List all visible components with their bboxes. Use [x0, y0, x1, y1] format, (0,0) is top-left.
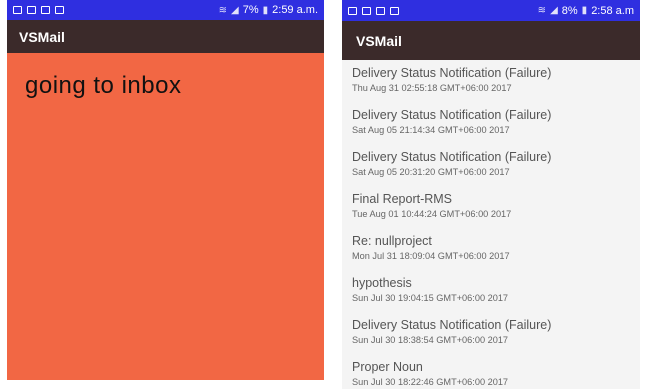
email-date: Sat Aug 05 21:14:34 GMT+06:00 2017	[352, 125, 510, 135]
email-subject: Re: nullproject	[352, 234, 432, 248]
email-list[interactable]: Delivery Status Notification (Failure) T…	[342, 60, 640, 389]
image-icon	[27, 6, 36, 14]
email-subject: Delivery Status Notification (Failure)	[352, 66, 552, 80]
email-date: Thu Aug 31 02:55:18 GMT+06:00 2017	[352, 83, 512, 93]
email-subject: Delivery Status Notification (Failure)	[352, 318, 552, 332]
notification-icons	[348, 6, 399, 15]
email-item[interactable]: Delivery Status Notification (Failure) S…	[352, 318, 640, 360]
app-bar: VSMail	[7, 20, 324, 53]
status-time: 2:59 a.m.	[272, 4, 318, 16]
email-subject: Final Report-RMS	[352, 192, 453, 206]
email-date: Sun Jul 30 19:04:15 GMT+06:00 2017	[352, 293, 509, 303]
status-indicators: ≋ ◢ 8% ▮ 2:58 a.m	[538, 5, 634, 17]
email-date: Sat Aug 05 20:31:20 GMT+06:00 2017	[352, 167, 510, 177]
message-icon	[41, 6, 50, 14]
image-icon	[362, 6, 371, 15]
loading-screen: ≋ ◢ 7% ▮ 2:59 a.m. VSMail going to inbox	[7, 0, 324, 380]
app-title: VSMail	[356, 32, 402, 49]
email-date: Tue Aug 01 10:44:24 GMT+06:00 2017	[352, 209, 512, 219]
battery-level: 7%	[242, 4, 259, 16]
email-item[interactable]: Proper Noun Sun Jul 30 18:22:46 GMT+06:0…	[352, 360, 640, 389]
status-indicators: ≋ ◢ 7% ▮ 2:59 a.m.	[219, 4, 318, 16]
app-bar: VSMail	[342, 21, 640, 60]
mail-icon	[390, 6, 399, 15]
battery-icon: ▮	[262, 4, 269, 16]
signal-icon: ◢	[550, 5, 558, 16]
wifi-icon: ≋	[218, 4, 228, 16]
email-item[interactable]: Re: nullproject Mon Jul 31 18:09:04 GMT+…	[352, 234, 640, 276]
email-subject: hypothesis	[352, 276, 412, 290]
email-date: Mon Jul 31 18:09:04 GMT+06:00 2017	[352, 251, 510, 261]
message-icon	[376, 6, 385, 15]
loading-message: going to inbox	[25, 72, 182, 99]
notification-icons	[13, 6, 64, 14]
status-bar: ≋ ◢ 8% ▮ 2:58 a.m	[342, 0, 640, 21]
wifi-icon: ≋	[537, 5, 547, 16]
email-item[interactable]: Delivery Status Notification (Failure) T…	[352, 66, 640, 108]
email-date: Sun Jul 30 18:38:54 GMT+06:00 2017	[352, 335, 509, 345]
inbox-screen: ≋ ◢ 8% ▮ 2:58 a.m VSMail Delivery Status…	[342, 0, 640, 389]
battery-level: 8%	[561, 4, 578, 17]
app-title: VSMail	[19, 28, 65, 45]
status-time: 2:58 a.m	[591, 4, 634, 17]
email-subject: Delivery Status Notification (Failure)	[352, 108, 552, 122]
email-item[interactable]: Delivery Status Notification (Failure) S…	[352, 150, 640, 192]
email-subject: Proper Noun	[352, 360, 423, 374]
signal-icon: ◢	[231, 4, 239, 16]
notification-icon	[13, 6, 22, 14]
mail-icon	[55, 6, 64, 14]
notification-icon	[348, 6, 357, 15]
email-item[interactable]: Delivery Status Notification (Failure) S…	[352, 108, 640, 150]
email-subject: Delivery Status Notification (Failure)	[352, 150, 552, 164]
email-item[interactable]: Final Report-RMS Tue Aug 01 10:44:24 GMT…	[352, 192, 640, 234]
status-bar: ≋ ◢ 7% ▮ 2:59 a.m.	[7, 0, 324, 20]
battery-icon: ▮	[581, 5, 588, 16]
email-item[interactable]: hypothesis Sun Jul 30 19:04:15 GMT+06:00…	[352, 276, 640, 318]
email-date: Sun Jul 30 18:22:46 GMT+06:00 2017	[352, 377, 509, 387]
